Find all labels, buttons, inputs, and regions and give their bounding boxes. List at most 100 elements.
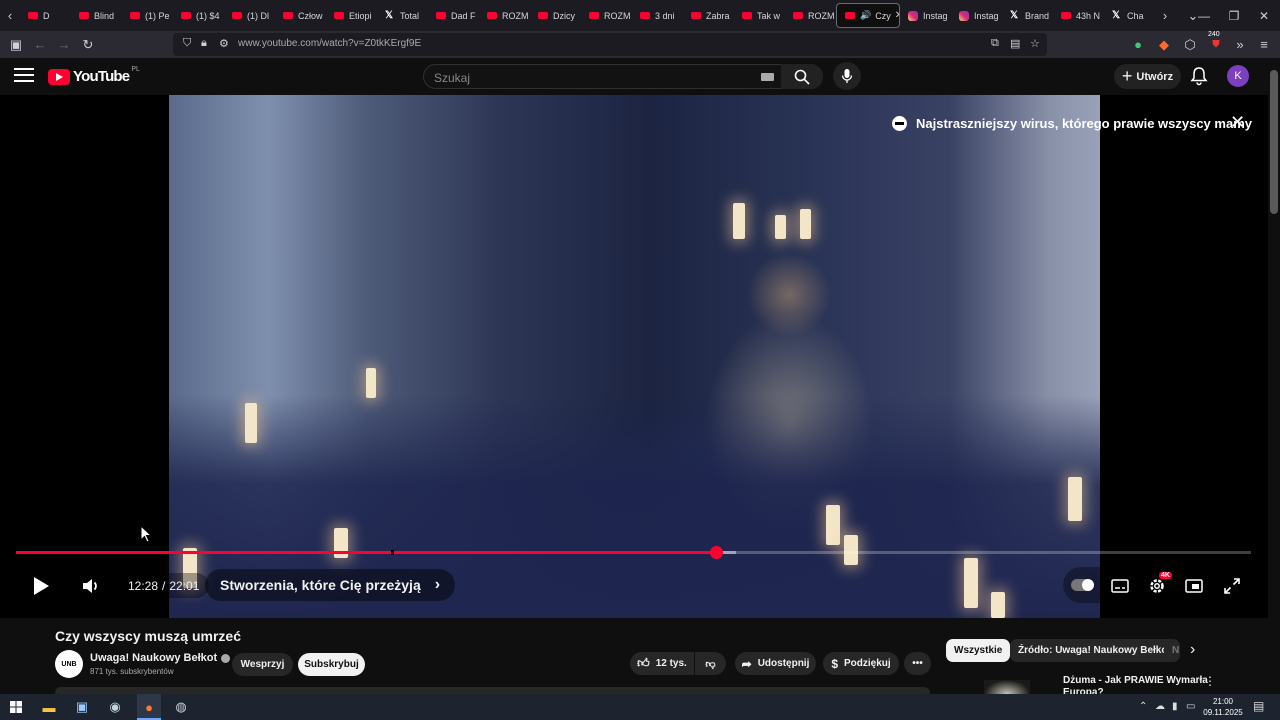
browser-tab[interactable]: Dzicy [530,0,581,31]
browser-tab[interactable]: 3 dni [632,0,683,31]
chips-next-icon[interactable]: › [1190,641,1195,659]
browser-tab[interactable]: 43h N [1053,0,1104,31]
browser-tab[interactable]: ROZM [785,0,836,31]
channel-name-link[interactable]: Uwaga! Naukowy Bełkot [90,652,231,664]
vpn-extension-icon[interactable]: ● [1126,31,1150,58]
like-button[interactable]: 👍︎ 12 tys. [630,652,694,675]
browser-tab[interactable]: Blind [71,0,122,31]
theater-mode-button[interactable] [1182,571,1206,601]
onedrive-icon[interactable]: ☁ [1155,701,1165,712]
browser-tab[interactable]: Dad F [428,0,479,31]
fullscreen-button[interactable] [1220,571,1244,601]
chip-all[interactable]: Wszystkie [946,639,1011,662]
tab-scroll-right-icon[interactable]: › [1155,0,1175,31]
notifications-center-icon[interactable]: ▤ [1253,699,1264,713]
search-input[interactable]: Szukaj [434,71,470,85]
menu-hamburger-icon[interactable]: ≡ [1252,31,1276,58]
video-player[interactable]: Najstraszniejszy wirus, którego prawie w… [0,95,1268,618]
steam-icon[interactable]: ◉ [106,698,124,716]
create-button[interactable]: + Utwórz [1114,64,1181,89]
tab-label: (1) $4 [196,10,220,21]
browser-tab[interactable]: Człow [275,0,326,31]
browser-tab[interactable]: 𝕏 Brand [1002,0,1053,31]
browser-tab[interactable]: (1) $4 [173,0,224,31]
speaker-icon[interactable]: 🔊 [860,10,871,21]
dislike-button[interactable]: 👎︎ [695,652,726,675]
scrollbar-thumb[interactable] [1270,70,1278,214]
app-icon[interactable]: ◍ [172,698,190,716]
more-actions-button[interactable]: ••• [904,652,931,675]
search-box[interactable]: Szukaj [423,64,823,89]
remote-desktop-icon[interactable]: ▣ [73,698,91,716]
overflow-chevron-icon[interactable]: » [1228,31,1252,58]
search-button[interactable] [781,64,823,89]
tab-scroll-left-icon[interactable]: ‹ [0,0,20,31]
chip-new[interactable]: N [1164,639,1180,662]
fox-extension-icon[interactable]: ◆ [1152,31,1176,58]
mute-button[interactable] [78,571,104,601]
browser-tab[interactable]: Etiopi [326,0,377,31]
notifications-button[interactable] [1190,66,1208,91]
current-time: 12:28 [128,578,159,593]
support-button[interactable]: Wesprzyj [232,653,293,676]
browser-tab[interactable]: Instag [900,0,951,31]
channel-avatar[interactable]: UNB [55,650,83,678]
chapter-button[interactable]: Stworzenia, które Cię przeżyją › [205,569,456,601]
browser-tab[interactable]: D [20,0,71,31]
restore-icon[interactable]: ❐ [1218,0,1250,31]
youtube-favicon-icon [181,12,191,19]
lock-icon[interactable]: 🔒︎ [201,37,207,50]
minimize-icon[interactable]: — [1188,0,1220,31]
subscribe-button[interactable]: Subskrybuj [298,653,365,676]
network-icon[interactable]: ▭ [1186,701,1195,712]
browser-tab[interactable]: ROZM [479,0,530,31]
user-avatar[interactable]: K [1227,65,1249,87]
firefox-icon[interactable]: ● [140,698,158,716]
file-explorer-icon[interactable]: ▬ [40,698,58,716]
recommendation-thumbnail[interactable] [984,680,1030,694]
progress-bar[interactable] [16,546,1251,559]
endscreen-card[interactable]: Najstraszniejszy wirus, którego prawie w… [892,108,1252,139]
browser-tab[interactable]: Zabra [683,0,734,31]
usb-icon[interactable]: ▮ [1172,701,1178,712]
window-close-icon[interactable]: ✕ [1248,0,1280,31]
windows-start-icon[interactable] [7,698,25,716]
browser-tab[interactable]: ROZM [581,0,632,31]
endcard-close-icon[interactable]: ✕ [1230,112,1245,133]
reader-view-icon[interactable]: ▤ [1010,37,1020,50]
picture-in-picture-icon[interactable]: ⧉ [991,37,999,50]
subtitles-button[interactable] [1108,571,1132,601]
ublock-extension-icon[interactable]: 240 ⛊ [1204,31,1228,58]
play-button[interactable] [28,571,54,601]
extensions-icon[interactable]: ⬡ [1178,31,1202,58]
recommendation-menu-icon[interactable]: ⋮ [1204,674,1216,688]
reload-icon[interactable]: ↻ [76,31,100,58]
bookmark-star-icon[interactable]: ☆ [1030,37,1040,50]
shield-icon[interactable]: ⛉ [183,37,191,50]
share-button[interactable]: ➦ Udostępnij [735,652,816,675]
keyboard-icon[interactable] [761,73,774,81]
browser-tab-active[interactable]: 🔊 Czy ✕ [836,3,900,28]
browser-tab[interactable]: Tak w [734,0,785,31]
browser-tab[interactable]: 𝕏 Total [377,0,428,31]
permissions-icon[interactable]: ⚙︎ [219,37,229,50]
thanks-button[interactable]: $ Podziękuj [823,652,899,675]
browser-tab[interactable]: (1) Pe [122,0,173,31]
tray-expand-icon[interactable]: ⌃ [1139,701,1147,712]
youtube-logo[interactable]: YouTube PL [48,66,140,85]
back-icon[interactable]: ← [28,31,52,58]
browser-tab[interactable]: 𝕏 Cha [1104,0,1155,31]
taskbar-clock[interactable]: 21:00 09.11.2025 [1198,696,1248,718]
forward-icon[interactable]: → [52,31,76,58]
guide-menu-icon[interactable] [14,68,34,84]
autoplay-toggle[interactable] [1071,579,1094,591]
address-bar[interactable]: ⛉ 🔒︎ ⚙︎ www.youtube.com/watch?v=Z0tkKErg… [173,33,1047,56]
browser-tab[interactable]: (1) Dl [224,0,275,31]
candle-shape [1068,477,1082,521]
voice-search-button[interactable] [833,62,861,90]
browser-tab[interactable]: Instag [951,0,1002,31]
chip-source[interactable]: Źródło: Uwaga! Naukowy Bełkot [1010,639,1179,662]
page-scrollbar[interactable] [1268,58,1280,694]
sidebar-toggle-icon[interactable]: ▣ [4,31,28,58]
description-box[interactable] [55,687,930,694]
